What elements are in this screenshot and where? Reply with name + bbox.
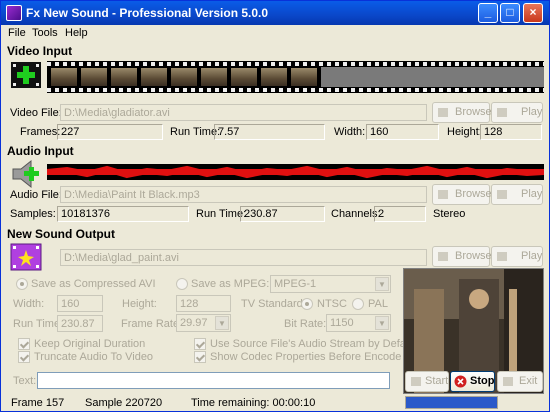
progress-bar — [405, 396, 498, 409]
use-source-audio-checkbox[interactable] — [194, 338, 206, 350]
pal-label: PAL — [368, 298, 388, 310]
show-codec-checkbox[interactable] — [194, 351, 206, 363]
use-source-audio-label: Use Source File's Audio Stream by Defaul… — [210, 338, 418, 350]
ntsc-label: NTSC — [317, 298, 347, 310]
bitrate-select[interactable]: 1150 ▼ — [326, 314, 391, 332]
video-play-button[interactable]: Play — [491, 102, 543, 123]
pal-radio[interactable] — [352, 298, 364, 310]
video-add-icon — [9, 60, 43, 90]
framerate-label: Frame Rate: — [121, 318, 183, 330]
menu-tools[interactable]: Tools — [32, 27, 58, 39]
video-runtime-label: Run Time: — [170, 126, 221, 138]
output-heading: New Sound Output — [7, 227, 115, 241]
stop-button[interactable]: Stop — [450, 371, 495, 392]
exit-button[interactable]: Exit — [497, 371, 543, 392]
exit-icon — [503, 377, 513, 386]
start-icon — [411, 377, 421, 386]
height-label: Height: — [447, 126, 482, 138]
close-button[interactable]: × — [523, 3, 543, 23]
out-height-label: Height: — [122, 298, 157, 310]
title-bar[interactable]: Fx New Sound - Professional Version 5.0.… — [1, 1, 549, 25]
video-filmstrip — [47, 61, 544, 93]
output-play-button[interactable]: Play — [491, 246, 543, 267]
maximize-button[interactable]: □ — [500, 3, 520, 23]
video-input-heading: Video Input — [7, 44, 73, 58]
text-label: Text: — [13, 375, 37, 387]
save-icon — [438, 252, 448, 261]
start-button[interactable]: Start — [405, 371, 449, 392]
folder-icon — [438, 190, 448, 199]
audio-file-input[interactable]: D:\Media\Paint It Black.mp3 — [60, 186, 427, 203]
chevron-down-icon: ▼ — [215, 316, 229, 330]
output-file-input[interactable]: D:\Media\glad_paint.avi — [60, 249, 427, 266]
out-width-input[interactable]: 160 — [57, 295, 103, 312]
output-browse-button[interactable]: Browse — [432, 246, 492, 267]
frames-value: 227 — [57, 124, 163, 140]
output-film-icon — [9, 242, 43, 272]
audio-browse-button[interactable]: Browse — [432, 184, 492, 205]
keep-duration-label: Keep Original Duration — [34, 338, 146, 350]
out-height-input[interactable]: 128 — [176, 295, 231, 312]
play-icon — [497, 190, 507, 199]
audio-input-heading: Audio Input — [7, 144, 74, 158]
menu-help[interactable]: Help — [65, 27, 88, 39]
app-icon — [6, 5, 22, 21]
video-browse-button[interactable]: Browse — [432, 102, 492, 123]
width-label: Width: — [334, 126, 366, 138]
video-file-input[interactable]: D:\Media\gladiator.avi — [60, 104, 427, 121]
audio-runtime-label: Run Time: — [196, 208, 247, 220]
keep-duration-checkbox[interactable] — [18, 338, 30, 350]
width-value: 160 — [366, 124, 439, 140]
chevron-down-icon: ▼ — [375, 316, 389, 330]
samples-value: 10181376 — [57, 206, 189, 222]
audio-runtime-value: 230.87 — [240, 206, 325, 222]
save-avi-label: Save as Compressed AVI — [31, 278, 156, 290]
mpeg-type-select[interactable]: MPEG-1 ▼ — [270, 275, 391, 293]
video-runtime-value: 7.57 — [214, 124, 325, 140]
ntsc-radio[interactable] — [301, 298, 313, 310]
audio-file-label: Audio File: — [10, 189, 62, 201]
show-codec-label: Show Codec Properties Before Encode — [210, 351, 402, 363]
video-file-label: Video File: — [10, 107, 62, 119]
app-window: Fx New Sound - Professional Version 5.0.… — [0, 0, 550, 412]
menu-bar: File Tools Help — [1, 25, 549, 41]
save-mpeg-label: Save as MPEG: — [191, 278, 270, 290]
truncate-audio-checkbox[interactable] — [18, 351, 30, 363]
window-title: Fx New Sound - Professional Version 5.0.… — [26, 6, 269, 20]
audio-add-icon — [9, 159, 43, 189]
tv-standard-label: TV Standard: — [241, 298, 306, 310]
text-input[interactable] — [37, 372, 390, 389]
folder-icon — [438, 108, 448, 117]
truncate-audio-label: Truncate Audio To Video — [34, 351, 154, 363]
chevron-down-icon: ▼ — [375, 277, 389, 291]
play-icon — [497, 252, 507, 261]
save-avi-radio[interactable] — [16, 278, 28, 290]
channel-mode: Stereo — [433, 208, 466, 220]
play-icon — [497, 108, 507, 117]
samples-label: Samples: — [10, 208, 56, 220]
menu-file[interactable]: File — [8, 27, 26, 39]
framerate-select[interactable]: 29.97 ▼ — [176, 314, 231, 332]
minimize-button[interactable]: _ — [478, 3, 498, 23]
status-sample: Sample 220720 — [85, 397, 163, 409]
status-time-remaining: Time remaining: 00:00:10 — [191, 397, 316, 409]
frames-label: Frames: — [20, 126, 61, 138]
out-runtime-input[interactable]: 230.87 — [57, 315, 103, 332]
bitrate-label: Bit Rate: — [284, 318, 327, 330]
status-frame: Frame 157 — [11, 397, 65, 409]
channels-value: 2 — [374, 206, 426, 222]
height-value: 128 — [480, 124, 542, 140]
audio-play-button[interactable]: Play — [491, 184, 543, 205]
stop-icon — [454, 375, 467, 388]
audio-waveform — [47, 164, 544, 180]
out-width-label: Width: — [13, 298, 45, 310]
out-runtime-label: Run Time: — [13, 318, 64, 330]
save-mpeg-radio[interactable] — [176, 278, 188, 290]
